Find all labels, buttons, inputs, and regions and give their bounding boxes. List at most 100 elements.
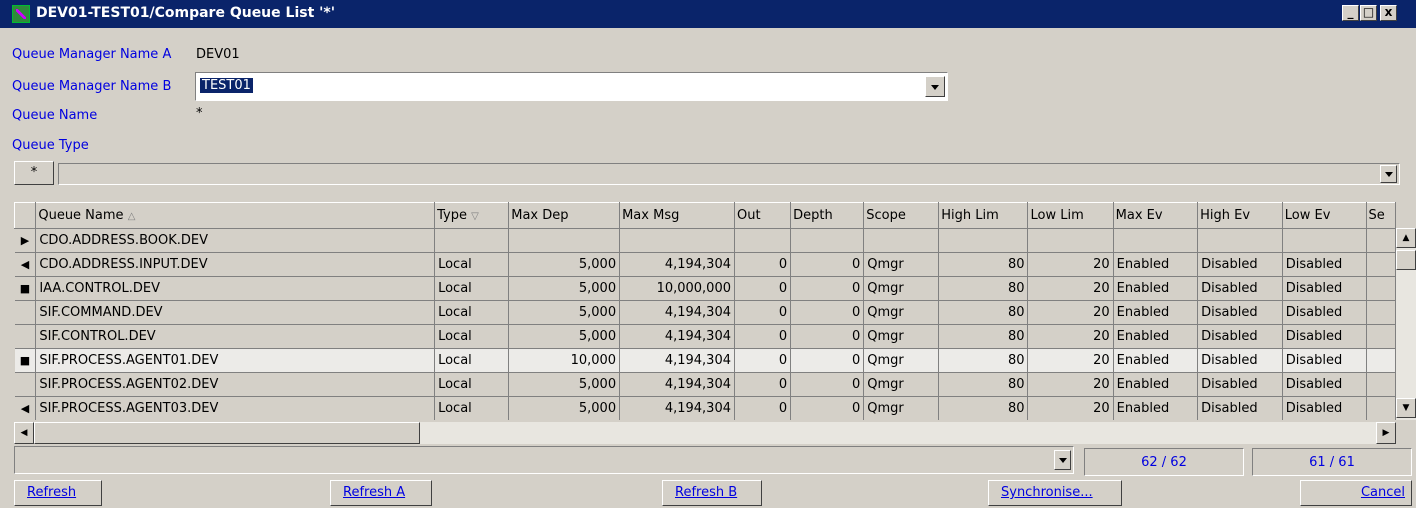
table-row[interactable]: ■ IAA.CONTROL.DEV Local 5,000 10,000,000… <box>14 276 1396 301</box>
col-max-dep[interactable]: Max Dep <box>508 202 621 229</box>
refresh-b-button[interactable]: Refresh B <box>662 480 762 506</box>
cell-max-ev <box>1113 228 1199 253</box>
filter-star-button[interactable]: * <box>14 161 54 185</box>
col-queue-name[interactable]: Queue Name △ <box>35 202 436 229</box>
cell-max-msg: 4,194,304 <box>619 324 735 349</box>
col-scope[interactable]: Scope <box>863 202 940 229</box>
vertical-scrollbar[interactable]: ▲ ▼ <box>1396 228 1416 420</box>
cell-low-ev: Disabled <box>1282 396 1367 420</box>
row-indicator-header <box>14 202 37 229</box>
cell-low-ev: Disabled <box>1282 324 1367 349</box>
col-depth[interactable]: Depth <box>790 202 865 229</box>
cell-scope: Qmgr <box>863 396 940 420</box>
minimize-button[interactable]: _ <box>1342 5 1359 21</box>
col-high-ev[interactable]: High Ev <box>1197 202 1283 229</box>
cell-max-msg: 4,194,304 <box>619 300 735 325</box>
cell-max-dep: 5,000 <box>508 372 621 397</box>
cell-low-lim: 20 <box>1027 396 1114 420</box>
cell-depth: 0 <box>790 276 865 301</box>
qm-b-value[interactable]: TEST01 <box>200 78 253 93</box>
row-indicator: ◀ <box>14 252 37 277</box>
row-indicator <box>14 300 37 325</box>
cell-queue-name: CDO.ADDRESS.BOOK.DEV <box>35 228 436 253</box>
maximize-button[interactable]: □ <box>1360 5 1377 21</box>
cell-max-ev: Enabled <box>1113 396 1199 420</box>
table-row[interactable]: ◀ CDO.ADDRESS.INPUT.DEV Local 5,000 4,19… <box>14 252 1396 277</box>
chevron-down-icon[interactable] <box>1380 165 1397 183</box>
count-a: 62 / 62 <box>1084 448 1244 476</box>
cell-high-lim: 80 <box>938 252 1029 277</box>
chevron-down-icon[interactable] <box>1054 450 1071 470</box>
cancel-button[interactable]: Cancel <box>1300 480 1412 506</box>
queue-grid[interactable]: Queue Name △ Type ▽ Max Dep Max Msg Out … <box>14 202 1396 420</box>
queue-type-label: Queue Type <box>12 138 89 153</box>
table-row[interactable]: ▶ CDO.ADDRESS.BOOK.DEV <box>14 228 1396 253</box>
row-indicator: ▶ <box>14 228 37 253</box>
scroll-up-icon[interactable]: ▲ <box>1396 228 1416 248</box>
cell-type <box>434 228 510 253</box>
horizontal-scrollbar[interactable]: ◀ ▶ <box>14 422 1396 444</box>
cell-high-ev: Disabled <box>1197 372 1283 397</box>
scroll-right-icon[interactable]: ▶ <box>1376 422 1396 444</box>
cell-low-lim: 20 <box>1027 324 1114 349</box>
cell-out <box>734 228 792 253</box>
table-row[interactable]: SIF.CONTROL.DEV Local 5,000 4,194,304 0 … <box>14 324 1396 349</box>
cell-se <box>1366 228 1396 253</box>
cell-max-ev: Enabled <box>1113 276 1199 301</box>
cell-max-dep: 5,000 <box>508 252 621 277</box>
cell-max-dep: 5,000 <box>508 396 621 420</box>
table-row-selected[interactable]: ■ SIF.PROCESS.AGENT01.DEV Local 10,000 4… <box>14 348 1396 373</box>
cell-max-msg: 4,194,304 <box>619 396 735 420</box>
cell-low-ev: Disabled <box>1282 300 1367 325</box>
filter-combo[interactable] <box>58 163 1400 185</box>
cell-max-ev: Enabled <box>1113 252 1199 277</box>
status-combo[interactable] <box>14 446 1074 474</box>
cell-depth: 0 <box>790 300 865 325</box>
col-out[interactable]: Out <box>733 202 792 229</box>
row-indicator <box>14 372 37 397</box>
qm-b-combo[interactable]: TEST01 <box>195 72 948 101</box>
cell-low-lim: 20 <box>1027 252 1114 277</box>
col-type[interactable]: Type ▽ <box>434 202 510 229</box>
table-row[interactable]: SIF.PROCESS.AGENT02.DEV Local 5,000 4,19… <box>14 372 1396 397</box>
cell-high-ev <box>1197 228 1283 253</box>
row-indicator: ◀ <box>14 396 37 420</box>
cell-queue-name: SIF.PROCESS.AGENT01.DEV <box>35 348 436 373</box>
scroll-thumb[interactable] <box>1396 250 1416 270</box>
cell-scope: Qmgr <box>863 348 940 373</box>
cell-low-ev: Disabled <box>1282 276 1367 301</box>
close-button[interactable]: x <box>1380 5 1397 21</box>
col-low-lim[interactable]: Low Lim <box>1027 202 1114 229</box>
cell-high-ev: Disabled <box>1197 348 1283 373</box>
col-max-ev[interactable]: Max Ev <box>1112 202 1199 229</box>
col-se[interactable]: Se <box>1365 202 1396 229</box>
qm-b-label: Queue Manager Name B <box>12 79 172 94</box>
cell-high-ev: Disabled <box>1197 396 1283 420</box>
scroll-thumb[interactable] <box>34 422 420 444</box>
scroll-down-icon[interactable]: ▼ <box>1396 398 1416 418</box>
cell-se <box>1366 324 1396 349</box>
table-row[interactable]: SIF.COMMAND.DEV Local 5,000 4,194,304 0 … <box>14 300 1396 325</box>
cell-depth: 0 <box>790 372 865 397</box>
refresh-button[interactable]: Refresh <box>14 480 102 506</box>
cell-out: 0 <box>734 396 792 420</box>
synchronise-button[interactable]: Synchronise... <box>988 480 1122 506</box>
scroll-left-icon[interactable]: ◀ <box>14 422 34 444</box>
cell-out: 0 <box>734 372 792 397</box>
cell-scope: Qmgr <box>863 300 940 325</box>
cell-max-dep: 10,000 <box>508 348 621 373</box>
cell-high-ev: Disabled <box>1197 252 1283 277</box>
cell-out: 0 <box>734 252 792 277</box>
sort-asc-icon: △ <box>127 211 136 222</box>
col-max-msg[interactable]: Max Msg <box>619 202 735 229</box>
chevron-down-icon[interactable] <box>925 76 945 97</box>
cell-low-lim: 20 <box>1027 300 1114 325</box>
cell-type: Local <box>434 396 510 420</box>
col-high-lim[interactable]: High Lim <box>938 202 1029 229</box>
col-low-ev[interactable]: Low Ev <box>1281 202 1367 229</box>
cell-queue-name: IAA.CONTROL.DEV <box>35 276 436 301</box>
refresh-a-button[interactable]: Refresh A <box>330 480 432 506</box>
cell-max-msg: 10,000,000 <box>619 276 735 301</box>
cell-se <box>1366 300 1396 325</box>
table-row[interactable]: ◀ SIF.PROCESS.AGENT03.DEV Local 5,000 4,… <box>14 396 1396 420</box>
